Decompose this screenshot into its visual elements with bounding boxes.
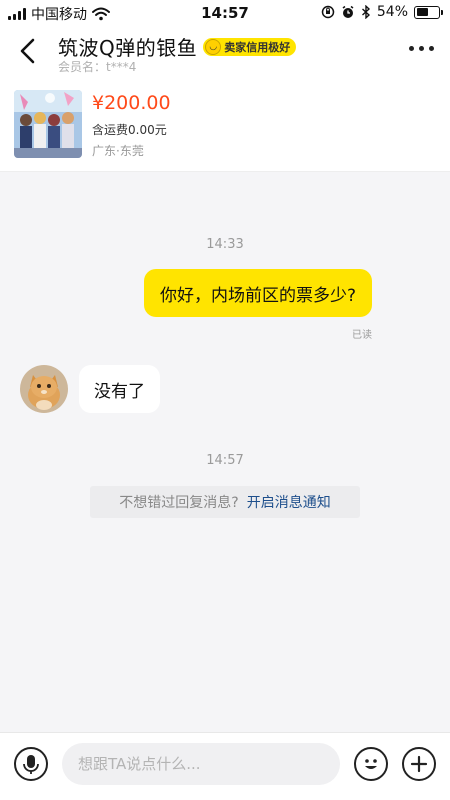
- incoming-message[interactable]: 没有了: [79, 365, 160, 413]
- product-card[interactable]: ¥200.00 含运费0.00元 广东·东莞: [0, 78, 450, 172]
- battery-level: [416, 8, 428, 16]
- smiley-icon[interactable]: [354, 747, 388, 781]
- notify-prompt-text: 不想错过回复消息?: [119, 495, 239, 511]
- title-row: 筑波Q弹的银鱼 ◡ 卖家信用极好: [58, 32, 297, 61]
- product-image: [14, 90, 82, 158]
- wifi-icon: [92, 7, 110, 21]
- product-thumbnail[interactable]: [14, 90, 82, 158]
- message-input-bar: [0, 732, 450, 800]
- rotation-lock-icon: [321, 5, 335, 19]
- credit-badge-label: 卖家信用极好: [224, 40, 291, 54]
- notification-prompt: 不想错过回复消息? 开启消息通知: [90, 486, 360, 518]
- microphone-icon[interactable]: [14, 747, 48, 781]
- message-timestamp: 14:57: [206, 453, 244, 468]
- message-input[interactable]: [62, 743, 340, 785]
- product-location: 广东·东莞: [92, 144, 144, 158]
- seller-name[interactable]: 筑波Q弹的银鱼: [58, 32, 197, 61]
- message-timestamp: 14:33: [206, 237, 244, 252]
- carrier-name: 中国移动: [31, 7, 87, 23]
- plus-icon[interactable]: [402, 747, 436, 781]
- battery-percent: 54%: [376, 4, 408, 20]
- member-name: 会员名：t***4: [58, 60, 137, 74]
- chat-header: 筑波Q弹的银鱼 ◡ 卖家信用极好 会员名：t***4: [0, 26, 450, 78]
- avatar[interactable]: [20, 365, 68, 413]
- status-bar: 中国移动 14:57 54%: [0, 0, 450, 26]
- battery-icon: [414, 5, 443, 19]
- product-price: ¥200.00: [92, 92, 171, 114]
- read-status: 已读: [352, 330, 372, 341]
- shipping-fee: 含运费0.00元: [92, 123, 167, 137]
- outgoing-message[interactable]: 你好，内场前区的票多少?: [143, 269, 372, 317]
- status-left: 中国移动: [8, 4, 110, 24]
- smiley-badge-icon: ◡: [205, 38, 222, 55]
- alarm-icon: [342, 5, 354, 18]
- more-horizontal-icon[interactable]: [409, 46, 434, 51]
- signal-icon: [8, 8, 26, 20]
- bluetooth-icon: [361, 5, 370, 19]
- status-right: 54%: [321, 4, 443, 20]
- enable-notifications-link[interactable]: 开启消息通知: [247, 492, 331, 512]
- chevron-left-icon[interactable]: [14, 36, 42, 66]
- cat-avatar-image: [20, 365, 68, 413]
- credit-badge[interactable]: ◡ 卖家信用极好: [203, 37, 297, 56]
